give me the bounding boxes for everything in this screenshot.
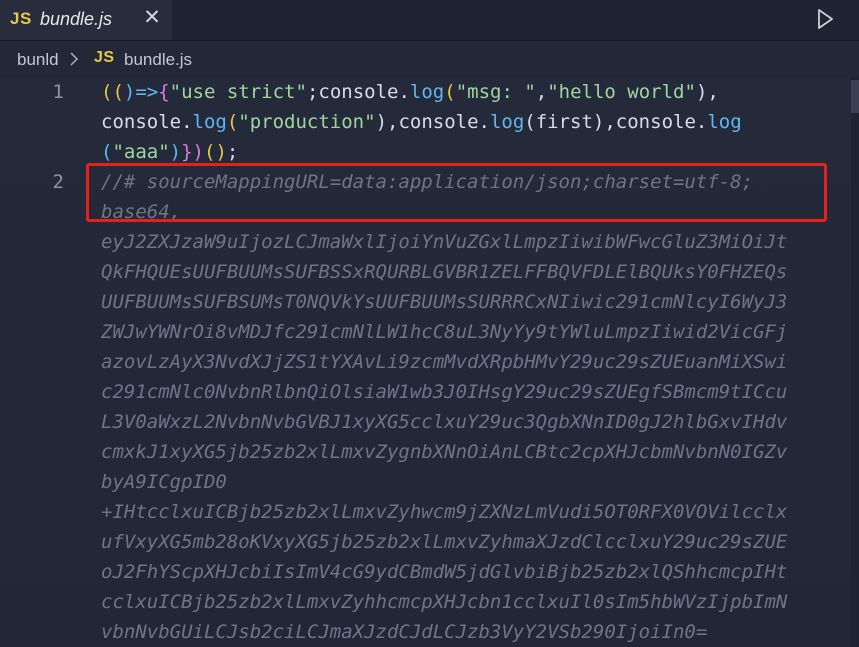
code-token: "hello world" (547, 81, 696, 103)
js-file-icon: JS (10, 9, 32, 28)
js-file-icon: JS (94, 49, 115, 66)
code-token: ( (226, 111, 239, 133)
code-token: ) (169, 141, 182, 163)
code-line-1-row-1: (()=>{"use strict";console.log("msg: ","… (101, 77, 719, 107)
line-number: 2 (52, 171, 64, 193)
code-token: )=> (123, 81, 159, 103)
code-token: ;console. (306, 81, 410, 103)
code-token: ; (226, 141, 239, 163)
code-line-2-row-11: byA9ICgpID0 (101, 471, 227, 493)
code-token: ( (444, 81, 456, 103)
breadcrumb-file[interactable]: bundle.js (124, 50, 192, 70)
code-token: ( (101, 141, 113, 163)
code-line-2-row-10: cmxkJ1xyXG5jb25zb2xlLmxvZygnbXNnOiAnLCBt… (101, 441, 788, 463)
tab-bar: JS bundle.js ✕ (0, 0, 859, 41)
run-icon[interactable] (814, 8, 836, 30)
code-line-2-row-14: oJ2FhYScpXHJcbiIsImV4cG9ydCBmdW5jdGlvbiB… (101, 561, 788, 583)
vertical-scrollbar-thumb[interactable] (851, 80, 859, 113)
code-token: , (535, 81, 548, 103)
code-token: log (707, 111, 742, 133)
annotation-highlight-box (86, 163, 827, 222)
code-token: ),console. (375, 111, 490, 133)
code-token: ), (695, 81, 719, 103)
code-line-2-row-6: ZWJwYWNrOi8vMDJfc291cmNlLW1hcC8uL3NyYy9t… (101, 321, 788, 343)
code-token: "msg: " (455, 81, 536, 103)
code-token: (( (101, 81, 124, 103)
code-line-2-row-16: vbnNvbGUiLCJsb2ciLCJmaXJzdCJdLCJzb3VyY2V… (101, 621, 708, 643)
breadcrumb-folder[interactable]: bunld (17, 50, 59, 70)
code-token: log (192, 111, 227, 133)
code-token: { (158, 81, 170, 103)
chevron-right-icon (70, 52, 79, 66)
tab-bundle-js[interactable]: JS bundle.js ✕ (0, 0, 172, 40)
code-line-2-row-8: c291cmNlc0NvbnRlbnQiOlsiaW1wb3J0IHsgY29u… (101, 381, 788, 403)
code-token: log (409, 81, 445, 103)
code-token: log (489, 111, 525, 133)
code-token: "aaa" (112, 141, 170, 163)
code-token: "production" (238, 111, 376, 133)
code-line-2-row-13: ufVxyXG5mb28oKVxyXG5jb25zb2xlLmxvZyhmaXJ… (101, 531, 788, 553)
line-number: 1 (52, 81, 64, 103)
breadcrumb: bunld JS bundle.js (0, 41, 859, 77)
code-line-2-row-7: azovLzAyX3NvdXJjZS1tYXAvLi9zcmMvdXRpbHMv… (101, 351, 788, 373)
code-token: "use strict" (169, 81, 307, 103)
code-line-2-row-9: L3V0aWxzL2NvbnNvbGVBJ1xyXG5cclxuY29uc3Qg… (101, 411, 788, 433)
code-token: () (204, 141, 227, 163)
code-token: }) (181, 141, 204, 163)
code-line-2-row-3: eyJ2ZXJzaW9uIjozLCJmaWxlIjoiYnVuZGxlLmpz… (101, 231, 788, 253)
code-line-2-row-4: QkFHQUEsUUFBUUMsSUFBSSxRQURBLGVBR1ZELFFB… (101, 261, 788, 283)
code-token: (first),console. (524, 111, 708, 133)
tab-title: bundle.js (40, 9, 113, 29)
code-token: console. (101, 111, 193, 133)
code-line-2-row-15: cclxuICBjb25zb2xlLmxvZyhhcmcpXHJcbn1cclx… (101, 591, 788, 613)
vertical-scrollbar-track[interactable] (851, 77, 859, 647)
close-icon[interactable]: ✕ (141, 6, 163, 30)
code-line-2-row-5: UUFBUUMsSUFBSUMsT0NQVkYsUUFBUUMsSURRRCxN… (101, 291, 788, 313)
code-line-2-row-12: +IHtcclxuICBjb25zb2xlLmxvZyhwcm9jZXNzLmV… (101, 501, 788, 523)
code-line-1-row-2: console.log("production"),console.log(fi… (101, 107, 742, 137)
